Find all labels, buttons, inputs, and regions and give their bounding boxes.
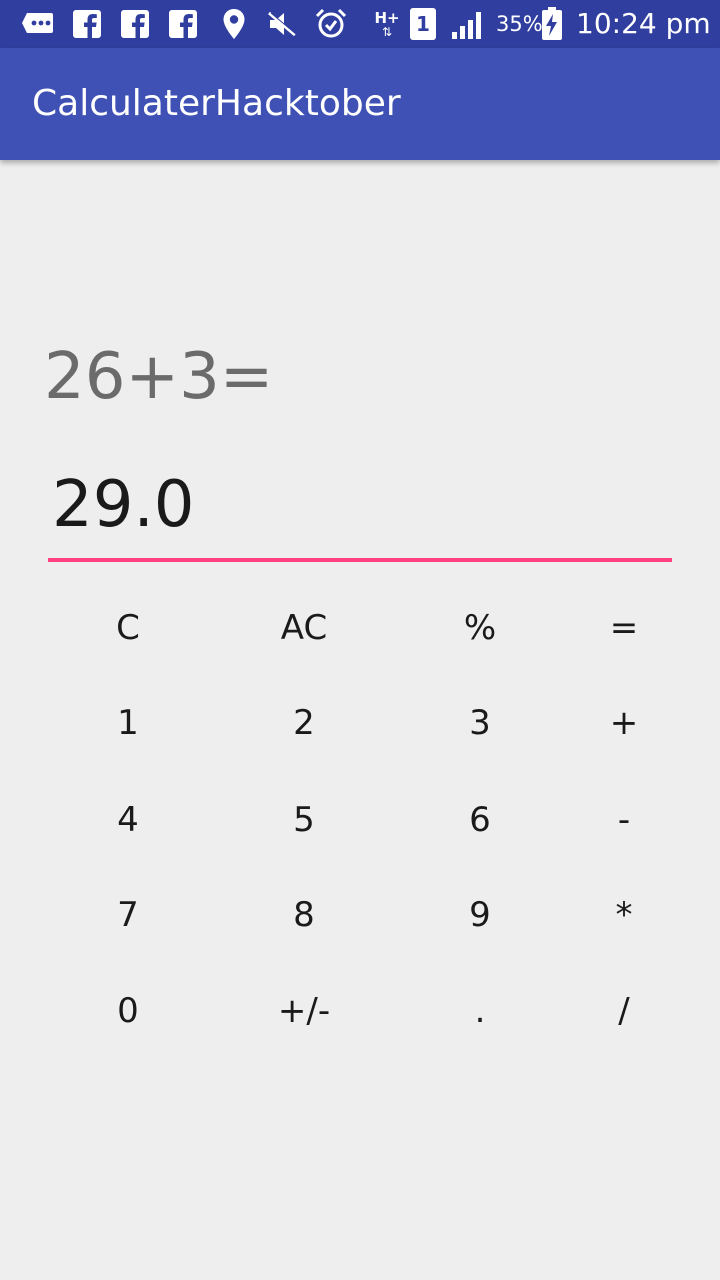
digit-9-button[interactable]: 9	[410, 875, 550, 955]
alarm-icon	[314, 8, 348, 40]
battery-charging-icon	[540, 7, 564, 40]
digit-3-button[interactable]: 3	[410, 683, 550, 763]
digit-8-button[interactable]: 8	[234, 875, 374, 955]
signal-icon	[448, 8, 488, 40]
sim-1-icon: 1	[408, 8, 438, 40]
expression-display: 26+3=	[44, 340, 274, 414]
multiply-button[interactable]: *	[554, 875, 694, 955]
digit-7-button[interactable]: 7	[58, 875, 198, 955]
digit-0-button[interactable]: 0	[58, 971, 198, 1051]
battery-percent: 35%	[496, 12, 543, 36]
equals-button[interactable]: =	[554, 588, 694, 668]
negate-button[interactable]: +/-	[234, 971, 374, 1051]
location-icon	[220, 8, 248, 40]
status-time: 10:24 pm	[576, 7, 711, 40]
digit-1-button[interactable]: 1	[58, 683, 198, 763]
digit-6-button[interactable]: 6	[410, 780, 550, 860]
all-clear-button[interactable]: AC	[234, 588, 374, 668]
result-display: 29.0	[52, 468, 195, 542]
data-arrows-icon: ⇅	[381, 25, 393, 39]
result-field[interactable]: 29.0	[48, 462, 672, 562]
digit-5-button[interactable]: 5	[234, 780, 374, 860]
add-button[interactable]: +	[554, 683, 694, 763]
clear-button[interactable]: C	[58, 588, 198, 668]
digit-4-button[interactable]: 4	[58, 780, 198, 860]
sim-number: 1	[416, 12, 430, 36]
data-type-label: H+	[374, 9, 400, 27]
app-bar: CalculaterHacktober	[0, 48, 720, 160]
app-title: CalculaterHacktober	[32, 83, 401, 124]
digit-2-button[interactable]: 2	[234, 683, 374, 763]
decimal-button[interactable]: .	[410, 971, 550, 1051]
subtract-button[interactable]: -	[554, 780, 694, 860]
facebook-icon	[120, 8, 150, 40]
facebook-icon	[168, 8, 198, 40]
status-bar: H+ ⇅ 1 35% 10:24 pm	[0, 0, 720, 48]
message-icon	[20, 8, 56, 40]
sim-card-shape: 1	[410, 8, 436, 40]
divide-button[interactable]: /	[554, 971, 694, 1051]
data-h-plus-icon: H+ ⇅	[370, 8, 404, 40]
percent-button[interactable]: %	[410, 588, 550, 668]
facebook-icon	[72, 8, 102, 40]
mute-icon	[266, 8, 298, 40]
